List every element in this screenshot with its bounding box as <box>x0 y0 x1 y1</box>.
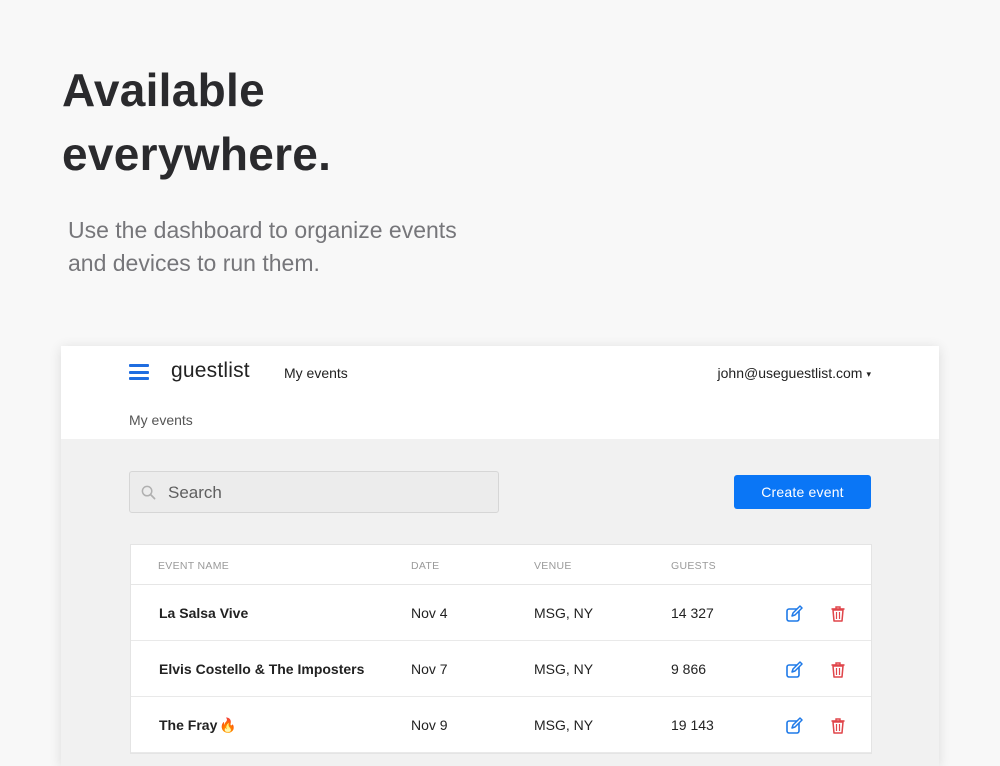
header-event-name[interactable]: EVENT NAME <box>158 560 229 572</box>
nav-my-events[interactable]: My events <box>284 365 348 381</box>
edit-icon[interactable] <box>785 605 803 623</box>
header-date[interactable]: DATE <box>411 560 439 572</box>
dashboard-window: guestlist My events john@useguestlist.co… <box>61 346 939 766</box>
hero-subline: Use the dashboard to organize events and… <box>68 214 457 280</box>
event-guests: 14 327 <box>671 605 714 621</box>
edit-icon[interactable] <box>785 661 803 679</box>
event-date: Nov 7 <box>411 661 448 677</box>
trash-icon[interactable] <box>829 717 847 735</box>
trash-icon[interactable] <box>829 661 847 679</box>
hero-headline: Available everywhere. <box>62 58 331 186</box>
fire-emoji-icon: 🔥 <box>219 717 237 733</box>
event-name[interactable]: La Salsa Vive <box>159 605 248 621</box>
user-email: john@useguestlist.com <box>717 365 863 381</box>
top-navbar: guestlist My events john@useguestlist.co… <box>61 346 939 401</box>
search-box[interactable] <box>129 471 499 514</box>
search-icon <box>141 485 156 500</box>
event-venue: MSG, NY <box>534 661 594 677</box>
event-name-text: The Fray <box>159 717 218 733</box>
events-table: EVENT NAME DATE VENUE GUESTS La Salsa Vi… <box>130 544 872 754</box>
subline-line-1: Use the dashboard to organize events <box>68 217 457 243</box>
header-venue[interactable]: VENUE <box>534 560 572 572</box>
event-name[interactable]: The Fray 🔥 <box>159 717 237 734</box>
user-account-menu[interactable]: john@useguestlist.com ▾ <box>718 365 871 381</box>
create-event-button[interactable]: Create event <box>734 475 871 509</box>
caret-down-icon: ▾ <box>866 369 871 379</box>
event-date: Nov 9 <box>411 717 448 733</box>
hamburger-menu-icon[interactable] <box>129 364 149 380</box>
search-input[interactable] <box>166 472 490 514</box>
event-date: Nov 4 <box>411 605 448 621</box>
trash-icon[interactable] <box>829 605 847 623</box>
event-guests: 9 866 <box>671 661 707 677</box>
table-row[interactable]: Elvis Costello & The Imposters Nov 7 MSG… <box>131 641 871 697</box>
event-venue: MSG, NY <box>534 717 594 733</box>
event-name[interactable]: Elvis Costello & The Imposters <box>159 661 364 677</box>
edit-icon[interactable] <box>785 717 803 735</box>
subline-line-2: and devices to run them. <box>68 250 320 276</box>
event-venue: MSG, NY <box>534 605 594 621</box>
header-guests[interactable]: GUESTS <box>671 560 716 572</box>
breadcrumb: My events <box>129 412 193 428</box>
event-guests: 19 143 <box>671 717 714 733</box>
table-row[interactable]: La Salsa Vive Nov 4 MSG, NY 14 327 <box>131 585 871 641</box>
breadcrumb-bar: My events <box>61 400 939 439</box>
headline-line-1: Available <box>62 64 265 116</box>
headline-line-2: everywhere. <box>62 128 332 180</box>
table-row[interactable]: The Fray 🔥 Nov 9 MSG, NY 19 143 <box>131 697 871 753</box>
table-header: EVENT NAME DATE VENUE GUESTS <box>131 545 871 585</box>
brand-logo[interactable]: guestlist <box>171 359 250 383</box>
